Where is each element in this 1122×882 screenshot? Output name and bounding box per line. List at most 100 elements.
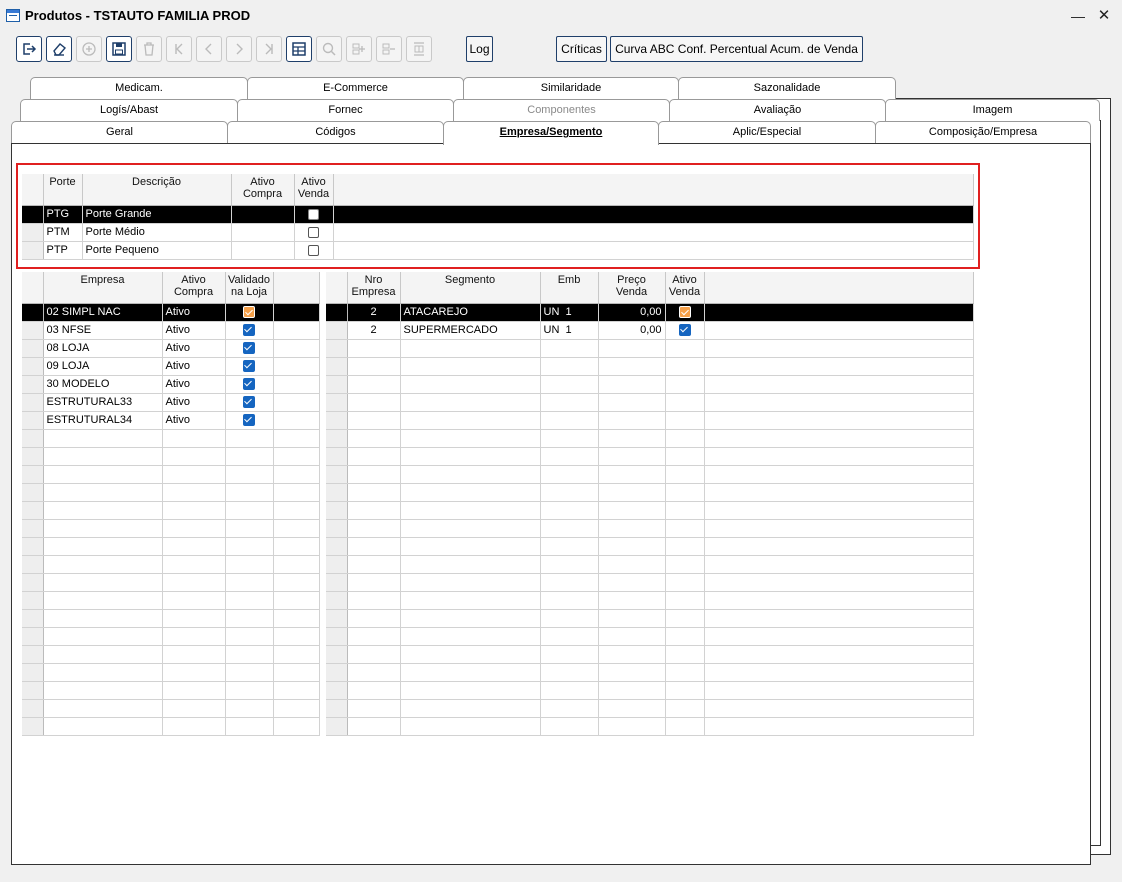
tab-empresa-segmento[interactable]: Empresa/Segmento	[443, 121, 659, 145]
next-record-button[interactable]	[226, 36, 252, 62]
table-row[interactable]	[326, 393, 974, 412]
table-row[interactable]	[326, 663, 974, 682]
close-button[interactable]: ✕	[1094, 6, 1114, 26]
table-row[interactable]	[326, 429, 974, 448]
validado-checkbox[interactable]	[243, 360, 255, 373]
emb-cell[interactable]: UN 1	[540, 321, 599, 340]
table-row[interactable]	[22, 501, 320, 520]
table-row[interactable]	[22, 519, 320, 538]
tab-logis-abast[interactable]: Logís/Abast	[20, 99, 238, 121]
table-row[interactable]	[326, 609, 974, 628]
validado-checkbox[interactable]	[243, 378, 255, 391]
table-row[interactable]	[326, 681, 974, 700]
table-row[interactable]: PTG Porte Grande	[22, 205, 974, 224]
table-row[interactable]: PTP Porte Pequeno	[22, 241, 974, 260]
ativo-compra-cell[interactable]: Ativo	[162, 411, 226, 430]
table-row[interactable]	[22, 555, 320, 574]
table-row[interactable]	[326, 717, 974, 736]
validado-checkbox[interactable]	[243, 396, 255, 409]
table-row[interactable]	[326, 339, 974, 358]
table-row[interactable]: 2 SUPERMERCADO UN 1 0,00	[326, 321, 974, 340]
table-row[interactable]	[326, 447, 974, 466]
ativo-compra-cell[interactable]: Ativo	[162, 393, 226, 412]
tab-geral[interactable]: Geral	[11, 121, 228, 143]
log-button[interactable]: Log	[466, 36, 493, 62]
table-row[interactable]	[326, 699, 974, 718]
validado-checkbox[interactable]	[243, 306, 255, 319]
nro-empresa-cell[interactable]: 2	[347, 321, 401, 340]
table-row[interactable]	[326, 357, 974, 376]
ativo-venda-checkbox[interactable]	[678, 306, 691, 319]
empresa-cell[interactable]: 08 LOJA	[43, 339, 163, 358]
nro-empresa-header[interactable]: Nro Empresa	[347, 272, 401, 304]
ativo-compra-cell[interactable]: Ativo	[162, 321, 226, 340]
table-row[interactable]	[22, 609, 320, 628]
ativo-compra-cell[interactable]: Ativo	[162, 357, 226, 376]
porte-cell[interactable]: PTM	[43, 223, 83, 242]
validado-checkbox[interactable]	[243, 324, 255, 337]
first-record-button[interactable]	[166, 36, 192, 62]
ativo-compra-cell[interactable]: Ativo	[162, 303, 226, 322]
table-row[interactable]: 09 LOJA Ativo	[22, 357, 320, 376]
table-row[interactable]	[326, 627, 974, 646]
table-row[interactable]	[22, 483, 320, 502]
tab-aplic-especial[interactable]: Aplic/Especial	[658, 121, 876, 143]
preco-venda-cell[interactable]: 0,00	[598, 303, 666, 322]
segmento-header[interactable]: Segmento	[400, 272, 541, 304]
previous-record-button[interactable]	[196, 36, 222, 62]
tab-avaliacao[interactable]: Avaliação	[669, 99, 886, 121]
table-row[interactable]: 02 SIMPL NAC Ativo	[22, 303, 320, 322]
table-row[interactable]: 03 NFSE Ativo	[22, 321, 320, 340]
table-row[interactable]	[326, 465, 974, 484]
validado-checkbox[interactable]	[243, 342, 255, 355]
table-row[interactable]	[326, 501, 974, 520]
nro-empresa-cell[interactable]: 2	[347, 303, 401, 322]
emb-header[interactable]: Emb	[540, 272, 599, 304]
ativo-venda-checkbox[interactable]	[308, 208, 319, 220]
table-row[interactable]	[326, 537, 974, 556]
curva-abc-button[interactable]: Curva ABC Conf. Percentual Acum. de Vend…	[610, 36, 863, 62]
exit-button[interactable]	[16, 36, 42, 62]
table-view-button[interactable]	[286, 36, 312, 62]
row-settings-button[interactable]	[406, 36, 432, 62]
table-row[interactable]	[22, 591, 320, 610]
empresa-header[interactable]: Empresa	[43, 272, 163, 304]
empresa-cell[interactable]: 09 LOJA	[43, 357, 163, 376]
preco-venda-header[interactable]: Preço Venda	[598, 272, 666, 304]
table-row[interactable]	[326, 411, 974, 430]
validado-header[interactable]: Validado na Loja	[225, 272, 274, 304]
ativo-venda-checkbox[interactable]	[308, 226, 319, 238]
delete-button[interactable]	[136, 36, 162, 62]
preco-venda-cell[interactable]: 0,00	[598, 321, 666, 340]
table-row[interactable]	[22, 627, 320, 646]
table-row[interactable]	[22, 573, 320, 592]
table-row[interactable]: PTM Porte Médio	[22, 223, 974, 242]
segmento-cell[interactable]: SUPERMERCADO	[400, 321, 541, 340]
porte-cell[interactable]: PTP	[43, 241, 83, 260]
tab-componentes[interactable]: Componentes	[453, 99, 670, 121]
descricao-cell[interactable]: Porte Médio	[82, 223, 232, 242]
clear-button[interactable]	[46, 36, 72, 62]
empresa-cell[interactable]: ESTRUTURAL34	[43, 411, 163, 430]
porte-cell[interactable]: PTG	[43, 205, 83, 224]
add-button[interactable]	[76, 36, 102, 62]
table-row[interactable]	[22, 447, 320, 466]
table-row[interactable]	[326, 591, 974, 610]
table-row[interactable]	[22, 465, 320, 484]
table-row[interactable]: ESTRUTURAL34 Ativo	[22, 411, 320, 430]
table-row[interactable]	[326, 483, 974, 502]
tab-codigos[interactable]: Códigos	[227, 121, 444, 143]
descricao-cell[interactable]: Porte Pequeno	[82, 241, 232, 260]
table-row[interactable]	[326, 555, 974, 574]
remove-row-button[interactable]	[376, 36, 402, 62]
empresa-cell[interactable]: ESTRUTURAL33	[43, 393, 163, 412]
ativo-venda-header[interactable]: Ativo Venda	[665, 272, 705, 304]
emb-cell[interactable]: UN 1	[540, 303, 599, 322]
ativo-venda-checkbox[interactable]	[308, 244, 319, 256]
ativo-compra-cell[interactable]	[231, 241, 295, 260]
table-row[interactable]	[326, 375, 974, 394]
empresa-cell[interactable]: 03 NFSE	[43, 321, 163, 340]
minimize-button[interactable]: —	[1068, 6, 1088, 26]
tab-sazonalidade[interactable]: Sazonalidade	[678, 77, 896, 99]
table-row[interactable]	[22, 429, 320, 448]
